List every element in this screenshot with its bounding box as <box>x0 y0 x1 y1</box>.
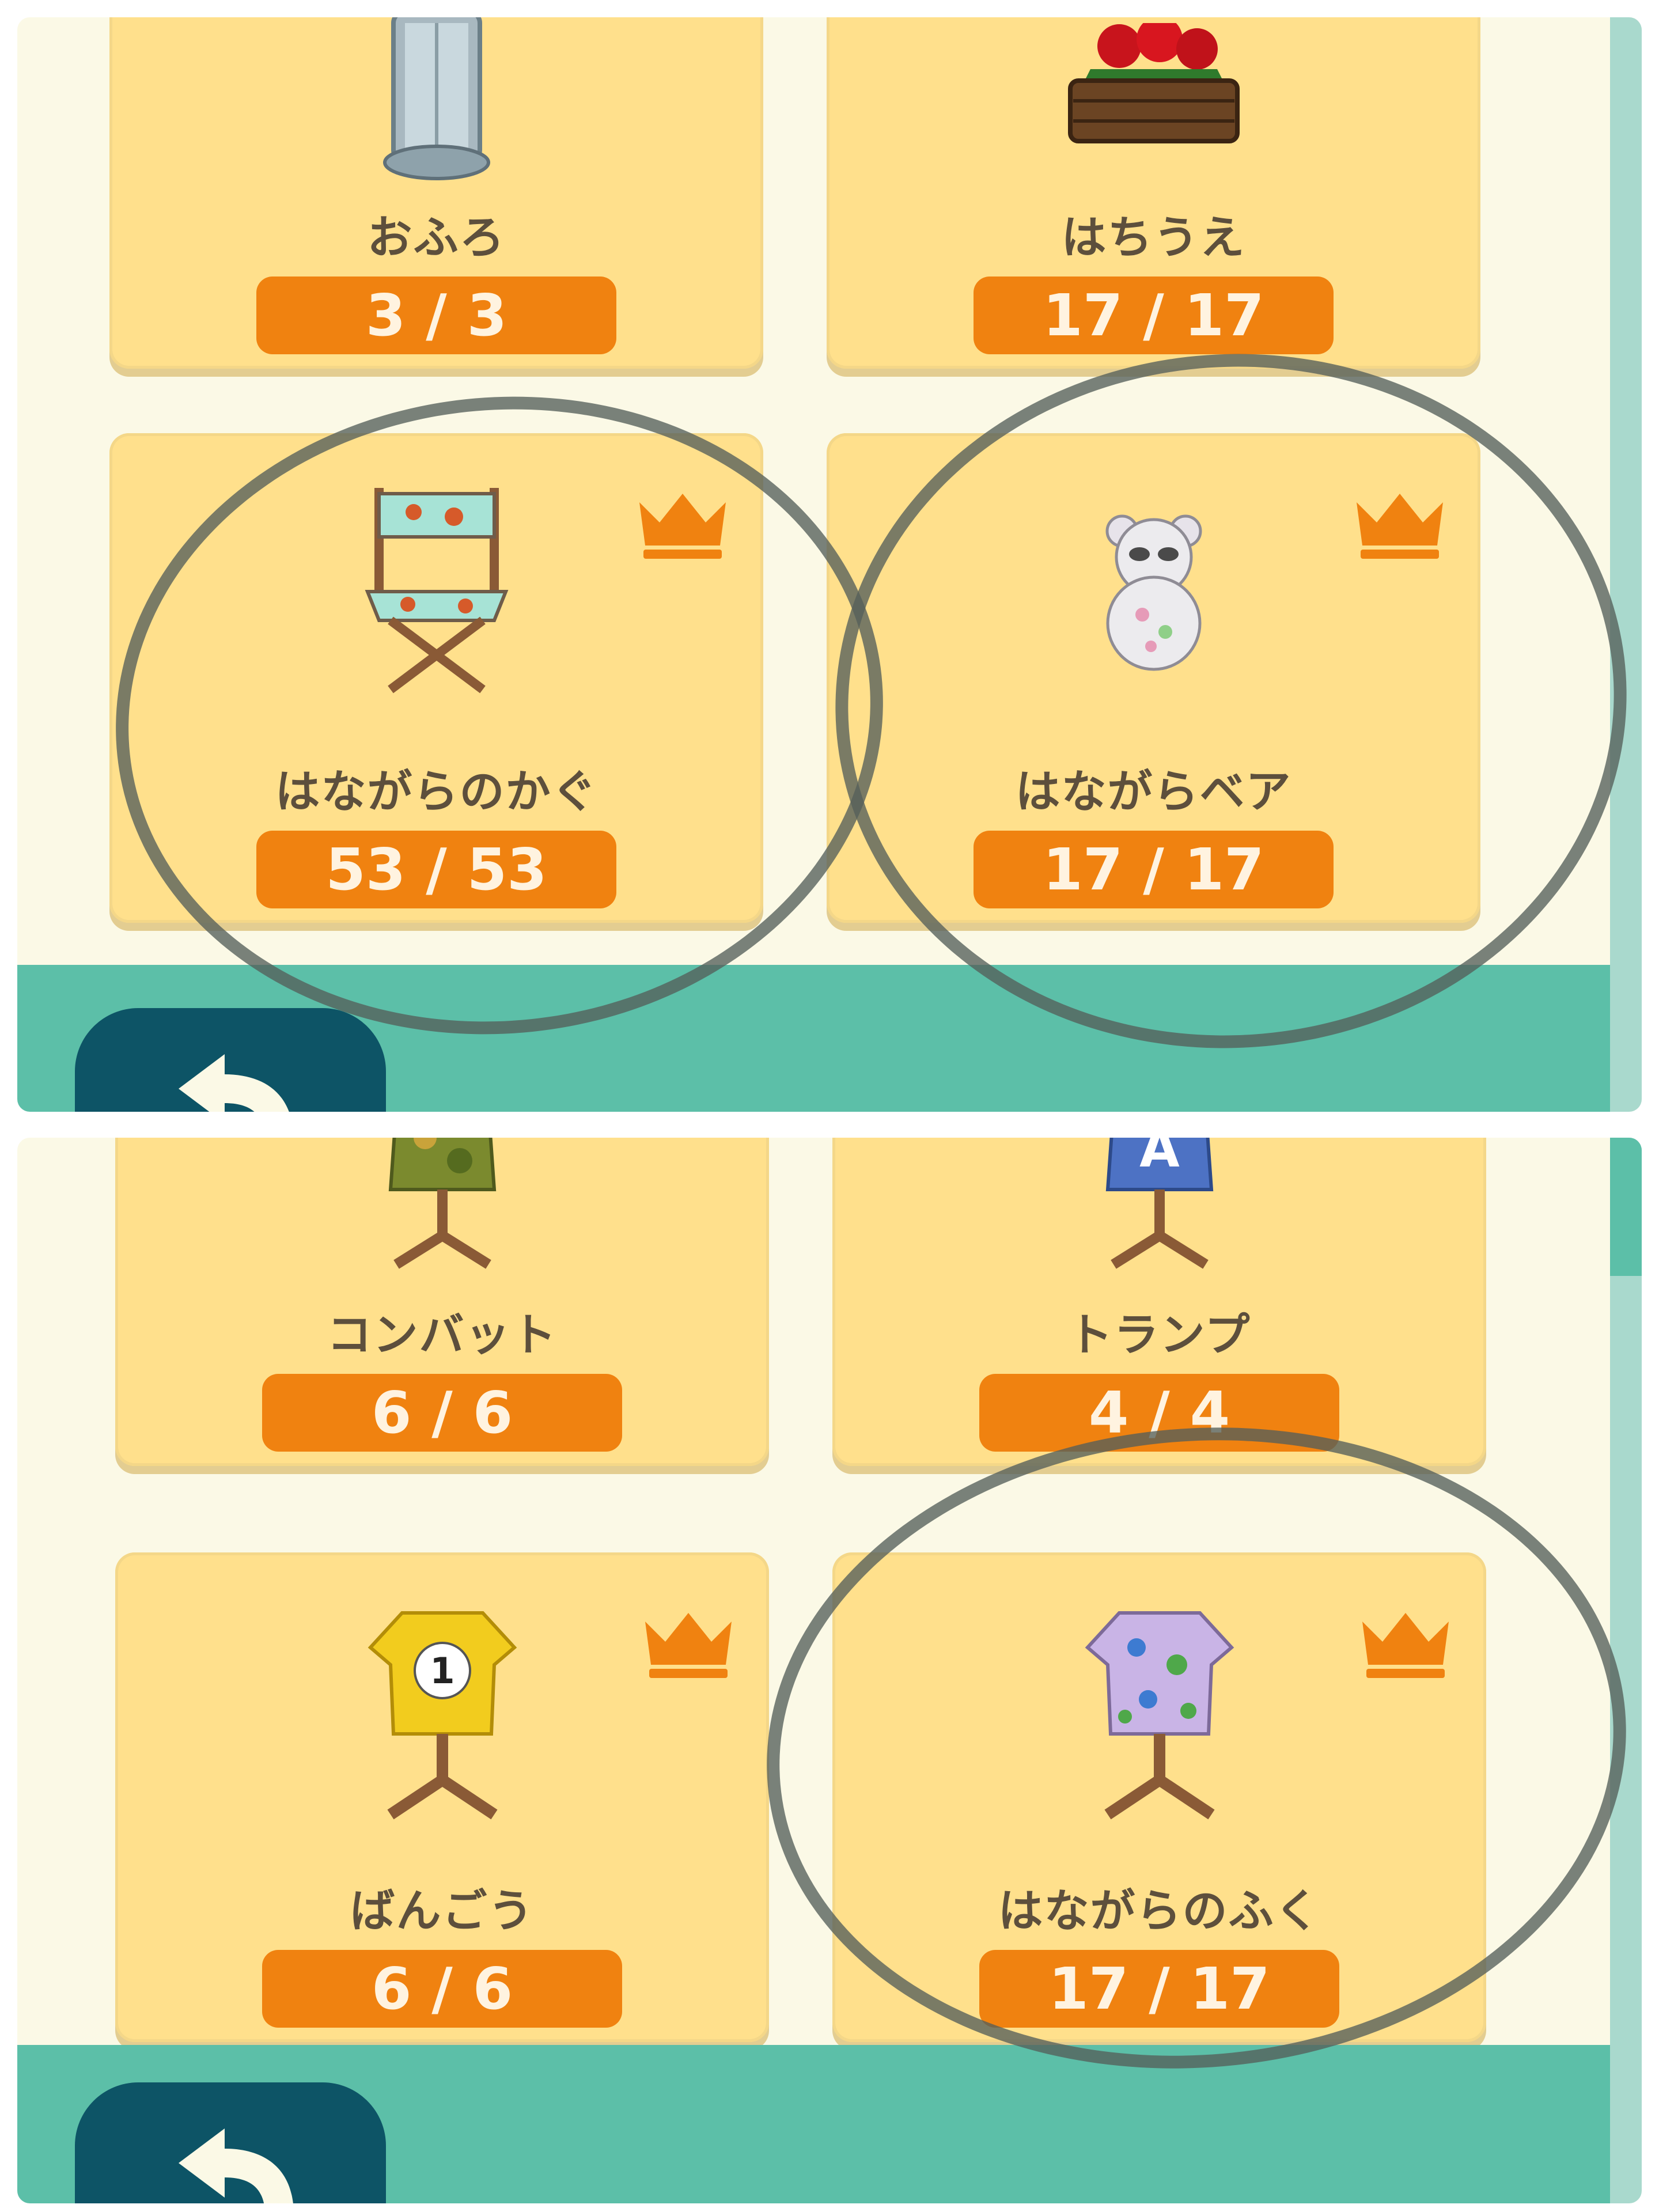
back-arrow-icon <box>179 2128 293 2203</box>
back-button[interactable] <box>75 1008 386 1112</box>
top-screenshot: おふろ 3 / 3 はちうえ 17 / 17 はながらのかぐ 53 / 53 は… <box>17 17 1642 1112</box>
flower-planter-icon <box>1067 23 1240 143</box>
collection-card-combat[interactable]: コンバット 6 / 6 <box>115 1138 769 1466</box>
collection-card-planter[interactable]: はちうえ 17 / 17 <box>827 17 1480 369</box>
scrollbar-track[interactable] <box>1610 17 1642 1112</box>
collection-card-bath[interactable]: おふろ 3 / 3 <box>109 17 763 369</box>
back-arrow-icon <box>179 1054 289 1112</box>
count-badge: 6 / 6 <box>262 1950 622 2028</box>
bath-shower-icon <box>382 17 490 180</box>
crown-icon <box>645 1613 732 1678</box>
camo-shirt-mannequin-icon <box>388 1138 496 1269</box>
card-name: おふろ <box>367 212 506 264</box>
scrollbar-thumb[interactable] <box>1610 1138 1642 1276</box>
card-name: はちうえ <box>1061 212 1246 264</box>
card-shirt-mannequin-icon: A <box>1105 1138 1213 1269</box>
card-name: ばんごう <box>350 1885 535 1937</box>
bottom-screenshot: コンバット 6 / 6 A トランプ 4 / 4 1 ばんごう 6 / 6 はな… <box>17 1138 1642 2203</box>
collection-card-playing-cards[interactable]: A トランプ 4 / 4 <box>832 1138 1486 1466</box>
count-badge: 6 / 6 <box>262 1374 622 1452</box>
svg-text:1: 1 <box>430 1650 454 1692</box>
collection-card-number[interactable]: 1 ばんごう 6 / 6 <box>115 1552 769 2042</box>
card-name: トランプ <box>1067 1309 1251 1361</box>
card-name: コンバット <box>327 1309 558 1361</box>
count-badge: 17 / 17 <box>974 276 1334 354</box>
count-badge: 3 / 3 <box>256 276 616 354</box>
svg-text:A: A <box>1139 1138 1180 1179</box>
number-shirt-mannequin-icon: 1 <box>368 1611 517 1820</box>
back-button[interactable] <box>75 2082 386 2203</box>
